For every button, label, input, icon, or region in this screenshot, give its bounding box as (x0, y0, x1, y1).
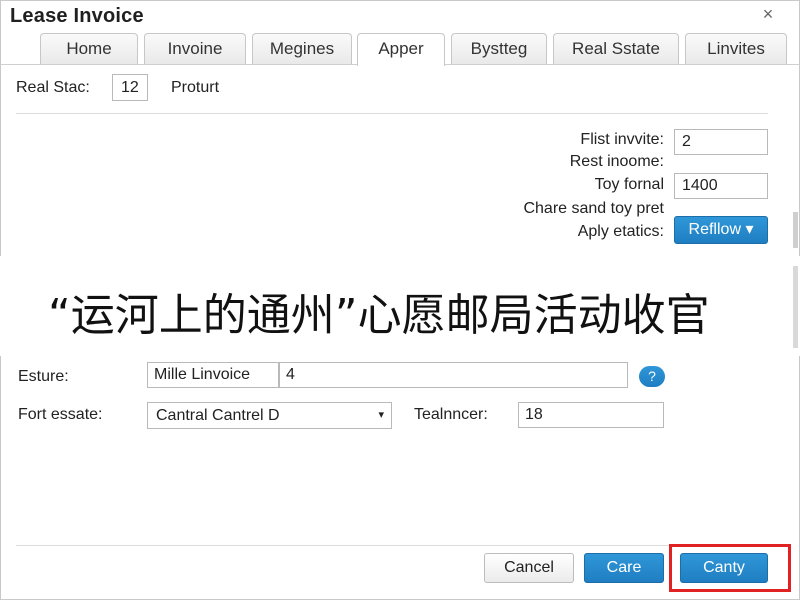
chevron-down-icon: ▾ (378, 409, 384, 421)
tab-label: Real Sstate (572, 39, 660, 58)
scrollbar-track (793, 266, 798, 348)
scrollbar[interactable] (793, 212, 798, 248)
select-value: Cantral Cantrel D (156, 407, 280, 424)
apply-label: Aply etatics: (577, 223, 664, 240)
toy-formal-input[interactable]: 1400 (674, 173, 768, 199)
toy-formal-label: Toy fornal (594, 176, 664, 193)
real-stac-input[interactable]: 12 (112, 74, 148, 101)
care-button[interactable]: Care (584, 553, 664, 583)
rest-income-label: Rest inoome: (569, 153, 664, 170)
tab-bystteg[interactable]: Bystteg (451, 33, 547, 64)
tab-label: Bystteg (470, 39, 528, 58)
first-invite-label: Flist invvite: (580, 131, 664, 148)
fort-essate-select[interactable]: Cantral Cantrel D ▾ (147, 402, 392, 429)
proturt-text: Proturt (171, 79, 220, 96)
tab-home[interactable]: Home (40, 33, 138, 64)
tab-label: Megines (269, 39, 335, 58)
section-divider (16, 113, 768, 114)
reflow-dropdown-button[interactable]: Refllow ▾ (674, 216, 768, 244)
tab-megines[interactable]: Megines (252, 33, 352, 64)
fort-essate-label: Fort essate: (18, 406, 103, 423)
close-icon[interactable]: × (758, 4, 778, 24)
first-invite-input[interactable]: 2 (674, 129, 768, 155)
tab-label: Home (66, 39, 112, 58)
tab-invoice[interactable]: Invoine (144, 33, 246, 64)
tealnncer-input[interactable]: 18 (518, 402, 664, 428)
esture-name-field[interactable]: Mille Linvoice (147, 362, 279, 388)
cancel-button[interactable]: Cancel (484, 553, 574, 583)
tab-label: Linvites (707, 39, 765, 58)
tealnncer-label: Tealnncer: (414, 406, 488, 423)
real-stac-label: Real Stac: (16, 79, 90, 96)
tab-label: Invoine (167, 39, 223, 58)
banner-text: “运河上的通州”心愿邮局活动收官 (48, 290, 710, 341)
esture-value-field[interactable]: 4 (279, 362, 628, 388)
overlay-banner: “运河上的通州”心愿邮局活动收官 (0, 256, 800, 356)
tab-linvites[interactable]: Linvites (685, 33, 787, 64)
tab-apper[interactable]: Apper (357, 33, 445, 66)
chare-label: Chare sand toy pret (523, 200, 664, 217)
tab-real-sstate[interactable]: Real Sstate (553, 33, 679, 64)
tab-label: Apper (378, 39, 424, 58)
highlight-box (669, 544, 791, 592)
esture-label: Esture: (18, 368, 69, 385)
window-title: Lease Invoice (10, 5, 144, 27)
help-icon[interactable]: ? (639, 366, 665, 387)
